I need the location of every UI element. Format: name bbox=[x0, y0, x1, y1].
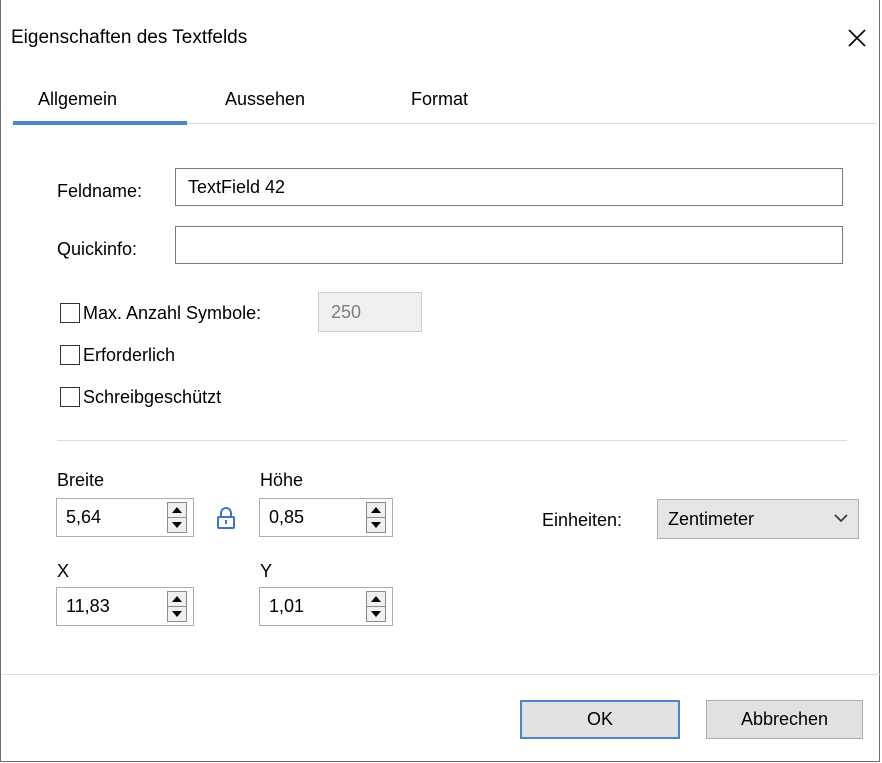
x-down-button[interactable] bbox=[168, 607, 186, 621]
tab-aussehen[interactable]: Aussehen bbox=[225, 89, 305, 110]
units-dropdown[interactable]: Zentimeter bbox=[657, 499, 859, 539]
aspect-lock-button[interactable] bbox=[216, 506, 236, 535]
quickinfo-input[interactable] bbox=[175, 226, 843, 264]
breite-spinner[interactable]: 5,64 bbox=[56, 498, 194, 537]
hoehe-label: Höhe bbox=[260, 470, 304, 490]
max-symbols-value: 250 bbox=[331, 301, 362, 322]
y-down-button[interactable] bbox=[367, 607, 385, 621]
breite-value: 5,64 bbox=[66, 507, 102, 527]
units-label: Einheiten: bbox=[542, 510, 623, 530]
x-label: X bbox=[57, 561, 70, 581]
triangle-up-icon bbox=[371, 507, 381, 513]
x-value: 11,83 bbox=[66, 596, 110, 616]
x-spinner[interactable]: 11,83 bbox=[56, 587, 194, 626]
tab-format[interactable]: Format bbox=[411, 89, 468, 110]
active-tab-indicator bbox=[13, 121, 187, 125]
readonly-label: Schreibgeschützt bbox=[83, 387, 222, 407]
breite-down-button[interactable] bbox=[168, 518, 186, 532]
y-value: 1,01 bbox=[269, 596, 305, 616]
x-stepper[interactable] bbox=[167, 591, 187, 622]
ok-button[interactable]: OK bbox=[520, 700, 680, 739]
breite-stepper[interactable] bbox=[167, 502, 187, 533]
hoehe-up-button[interactable] bbox=[367, 503, 385, 518]
required-checkbox[interactable] bbox=[60, 345, 80, 365]
dialog-title: Eigenschaften des Textfelds bbox=[11, 27, 248, 48]
hoehe-spinner[interactable]: 0,85 bbox=[259, 498, 393, 537]
triangle-down-icon bbox=[172, 522, 182, 528]
y-stepper[interactable] bbox=[366, 591, 386, 622]
units-value: Zentimeter bbox=[668, 509, 755, 529]
quickinfo-label: Quickinfo: bbox=[57, 239, 138, 259]
lock-icon bbox=[217, 507, 235, 529]
feldname-value: TextField 42 bbox=[188, 176, 286, 197]
y-up-button[interactable] bbox=[367, 592, 385, 607]
triangle-up-icon bbox=[172, 507, 182, 513]
readonly-checkbox[interactable] bbox=[60, 387, 80, 407]
section-divider bbox=[57, 440, 847, 441]
dialog-window: Eigenschaften des Textfelds Allgemein Au… bbox=[0, 0, 880, 762]
max-symbols-checkbox[interactable] bbox=[60, 303, 80, 323]
chevron-down-icon bbox=[834, 514, 848, 523]
triangle-down-icon bbox=[371, 611, 381, 617]
close-button[interactable] bbox=[839, 20, 875, 56]
x-up-button[interactable] bbox=[168, 592, 186, 607]
breite-up-button[interactable] bbox=[168, 503, 186, 518]
required-label: Erforderlich bbox=[83, 345, 176, 365]
max-symbols-input: 250 bbox=[318, 292, 422, 332]
triangle-down-icon bbox=[371, 522, 381, 528]
footer-divider bbox=[2, 674, 880, 675]
triangle-up-icon bbox=[172, 596, 182, 602]
feldname-label: Feldname: bbox=[57, 181, 143, 201]
max-symbols-label: Max. Anzahl Symbole: bbox=[83, 303, 262, 323]
y-label: Y bbox=[260, 561, 273, 581]
triangle-up-icon bbox=[371, 596, 381, 602]
hoehe-down-button[interactable] bbox=[367, 518, 385, 532]
hoehe-stepper[interactable] bbox=[366, 502, 386, 533]
y-spinner[interactable]: 1,01 bbox=[259, 587, 393, 626]
tab-allgemein[interactable]: Allgemein bbox=[38, 89, 117, 110]
breite-label: Breite bbox=[57, 470, 105, 490]
cancel-button[interactable]: Abbrechen bbox=[706, 700, 863, 739]
triangle-down-icon bbox=[172, 611, 182, 617]
hoehe-value: 0,85 bbox=[269, 507, 305, 527]
feldname-input[interactable]: TextField 42 bbox=[175, 168, 843, 206]
close-icon bbox=[848, 29, 866, 47]
